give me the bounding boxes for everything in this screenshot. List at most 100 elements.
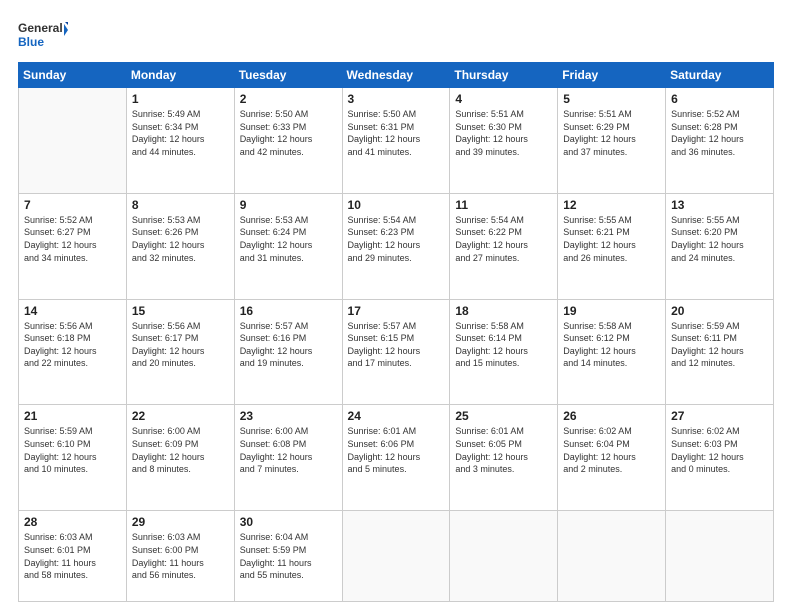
calendar-cell: 26 Sunrise: 6:02 AM Sunset: 6:04 PM Dayli… [558, 405, 666, 511]
day-number: 23 [240, 409, 337, 423]
day-info: Sunrise: 5:54 AM Sunset: 6:22 PM Dayligh… [455, 214, 552, 264]
week-row-3: 21 Sunrise: 5:59 AM Sunset: 6:10 PM Dayli… [19, 405, 774, 511]
calendar-cell: 16 Sunrise: 5:57 AM Sunset: 6:16 PM Dayli… [234, 299, 342, 405]
day-info: Sunrise: 5:54 AM Sunset: 6:23 PM Dayligh… [348, 214, 445, 264]
calendar-cell: 12 Sunrise: 5:55 AM Sunset: 6:21 PM Dayli… [558, 193, 666, 299]
calendar-cell: 21 Sunrise: 5:59 AM Sunset: 6:10 PM Dayli… [19, 405, 127, 511]
day-number: 26 [563, 409, 660, 423]
calendar-cell: 5 Sunrise: 5:51 AM Sunset: 6:29 PM Daylig… [558, 88, 666, 194]
day-number: 20 [671, 304, 768, 318]
day-number: 27 [671, 409, 768, 423]
weekday-header-row: SundayMondayTuesdayWednesdayThursdayFrid… [19, 63, 774, 88]
calendar-cell: 30 Sunrise: 6:04 AM Sunset: 5:59 PM Dayli… [234, 511, 342, 602]
day-info: Sunrise: 5:59 AM Sunset: 6:11 PM Dayligh… [671, 320, 768, 370]
day-info: Sunrise: 5:50 AM Sunset: 6:31 PM Dayligh… [348, 108, 445, 158]
day-info: Sunrise: 5:55 AM Sunset: 6:21 PM Dayligh… [563, 214, 660, 264]
calendar-cell: 10Sunrise: 5:54 AM Sunset: 6:23 PM Dayli… [342, 193, 450, 299]
weekday-header-sunday: Sunday [19, 63, 127, 88]
calendar-cell: 19Sunrise: 5:58 AM Sunset: 6:12 PM Dayli… [558, 299, 666, 405]
logo: General Blue [18, 18, 68, 54]
day-info: Sunrise: 5:52 AM Sunset: 6:27 PM Dayligh… [24, 214, 121, 264]
weekday-header-thursday: Thursday [450, 63, 558, 88]
day-info: Sunrise: 5:49 AM Sunset: 6:34 PM Dayligh… [132, 108, 229, 158]
calendar-cell: 4 Sunrise: 5:51 AM Sunset: 6:30 PM Daylig… [450, 88, 558, 194]
day-info: Sunrise: 6:02 AM Sunset: 6:04 PM Dayligh… [563, 425, 660, 475]
calendar-cell: 27 Sunrise: 6:02 AM Sunset: 6:03 PM Dayli… [666, 405, 774, 511]
day-info: Sunrise: 6:03 AM Sunset: 6:00 PM Dayligh… [132, 531, 229, 581]
day-info: Sunrise: 5:53 AM Sunset: 6:24 PM Dayligh… [240, 214, 337, 264]
calendar-cell: 15 Sunrise: 5:56 AM Sunset: 6:17 PM Dayli… [126, 299, 234, 405]
week-row-4: 28 Sunrise: 6:03 AM Sunset: 6:01 PM Dayli… [19, 511, 774, 602]
day-info: Sunrise: 6:01 AM Sunset: 6:06 PM Dayligh… [348, 425, 445, 475]
calendar-cell [666, 511, 774, 602]
calendar-cell: 11 Sunrise: 5:54 AM Sunset: 6:22 PM Dayli… [450, 193, 558, 299]
logo-svg: General Blue [18, 18, 68, 54]
weekday-header-friday: Friday [558, 63, 666, 88]
calendar-cell: 1 Sunrise: 5:49 AM Sunset: 6:34 PM Daylig… [126, 88, 234, 194]
day-number: 3 [348, 92, 445, 106]
day-info: Sunrise: 5:58 AM Sunset: 6:14 PM Dayligh… [455, 320, 552, 370]
day-number: 11 [455, 198, 552, 212]
day-number: 1 [132, 92, 229, 106]
svg-text:Blue: Blue [18, 35, 44, 49]
calendar-cell: 7 Sunrise: 5:52 AM Sunset: 6:27 PM Daylig… [19, 193, 127, 299]
day-number: 4 [455, 92, 552, 106]
weekday-header-saturday: Saturday [666, 63, 774, 88]
day-number: 29 [132, 515, 229, 529]
day-info: Sunrise: 5:50 AM Sunset: 6:33 PM Dayligh… [240, 108, 337, 158]
calendar-cell: 28 Sunrise: 6:03 AM Sunset: 6:01 PM Dayli… [19, 511, 127, 602]
day-info: Sunrise: 5:53 AM Sunset: 6:26 PM Dayligh… [132, 214, 229, 264]
day-info: Sunrise: 5:51 AM Sunset: 6:29 PM Dayligh… [563, 108, 660, 158]
svg-text:General: General [18, 21, 63, 35]
calendar-cell: 23 Sunrise: 6:00 AM Sunset: 6:08 PM Dayli… [234, 405, 342, 511]
day-number: 30 [240, 515, 337, 529]
day-info: Sunrise: 5:51 AM Sunset: 6:30 PM Dayligh… [455, 108, 552, 158]
weekday-header-monday: Monday [126, 63, 234, 88]
day-number: 24 [348, 409, 445, 423]
calendar-cell [450, 511, 558, 602]
day-info: Sunrise: 5:57 AM Sunset: 6:16 PM Dayligh… [240, 320, 337, 370]
calendar-cell: 2Sunrise: 5:50 AM Sunset: 6:33 PM Daylig… [234, 88, 342, 194]
day-number: 9 [240, 198, 337, 212]
calendar-cell: 3 Sunrise: 5:50 AM Sunset: 6:31 PM Daylig… [342, 88, 450, 194]
calendar-cell: 25Sunrise: 6:01 AM Sunset: 6:05 PM Dayli… [450, 405, 558, 511]
calendar-cell: 9 Sunrise: 5:53 AM Sunset: 6:24 PM Daylig… [234, 193, 342, 299]
week-row-1: 7 Sunrise: 5:52 AM Sunset: 6:27 PM Daylig… [19, 193, 774, 299]
day-number: 16 [240, 304, 337, 318]
day-info: Sunrise: 6:01 AM Sunset: 6:05 PM Dayligh… [455, 425, 552, 475]
day-number: 22 [132, 409, 229, 423]
calendar-cell: 22Sunrise: 6:00 AM Sunset: 6:09 PM Dayli… [126, 405, 234, 511]
calendar-cell [558, 511, 666, 602]
day-number: 7 [24, 198, 121, 212]
day-info: Sunrise: 5:52 AM Sunset: 6:28 PM Dayligh… [671, 108, 768, 158]
day-info: Sunrise: 5:59 AM Sunset: 6:10 PM Dayligh… [24, 425, 121, 475]
calendar-cell: 17 Sunrise: 5:57 AM Sunset: 6:15 PM Dayli… [342, 299, 450, 405]
day-number: 6 [671, 92, 768, 106]
day-number: 12 [563, 198, 660, 212]
day-number: 8 [132, 198, 229, 212]
day-info: Sunrise: 5:56 AM Sunset: 6:18 PM Dayligh… [24, 320, 121, 370]
day-number: 13 [671, 198, 768, 212]
day-info: Sunrise: 6:04 AM Sunset: 5:59 PM Dayligh… [240, 531, 337, 581]
day-info: Sunrise: 6:00 AM Sunset: 6:08 PM Dayligh… [240, 425, 337, 475]
day-number: 21 [24, 409, 121, 423]
day-number: 15 [132, 304, 229, 318]
day-number: 14 [24, 304, 121, 318]
weekday-header-wednesday: Wednesday [342, 63, 450, 88]
day-info: Sunrise: 5:56 AM Sunset: 6:17 PM Dayligh… [132, 320, 229, 370]
day-number: 28 [24, 515, 121, 529]
calendar-cell [342, 511, 450, 602]
calendar-cell: 6 Sunrise: 5:52 AM Sunset: 6:28 PM Daylig… [666, 88, 774, 194]
day-info: Sunrise: 5:57 AM Sunset: 6:15 PM Dayligh… [348, 320, 445, 370]
day-info: Sunrise: 5:55 AM Sunset: 6:20 PM Dayligh… [671, 214, 768, 264]
day-number: 17 [348, 304, 445, 318]
header: General Blue [18, 18, 774, 54]
calendar-cell: 24 Sunrise: 6:01 AM Sunset: 6:06 PM Dayli… [342, 405, 450, 511]
day-info: Sunrise: 6:03 AM Sunset: 6:01 PM Dayligh… [24, 531, 121, 581]
calendar-cell: 29 Sunrise: 6:03 AM Sunset: 6:00 PM Dayli… [126, 511, 234, 602]
day-info: Sunrise: 5:58 AM Sunset: 6:12 PM Dayligh… [563, 320, 660, 370]
day-number: 5 [563, 92, 660, 106]
week-row-0: 1 Sunrise: 5:49 AM Sunset: 6:34 PM Daylig… [19, 88, 774, 194]
week-row-2: 14 Sunrise: 5:56 AM Sunset: 6:18 PM Dayli… [19, 299, 774, 405]
day-info: Sunrise: 6:02 AM Sunset: 6:03 PM Dayligh… [671, 425, 768, 475]
